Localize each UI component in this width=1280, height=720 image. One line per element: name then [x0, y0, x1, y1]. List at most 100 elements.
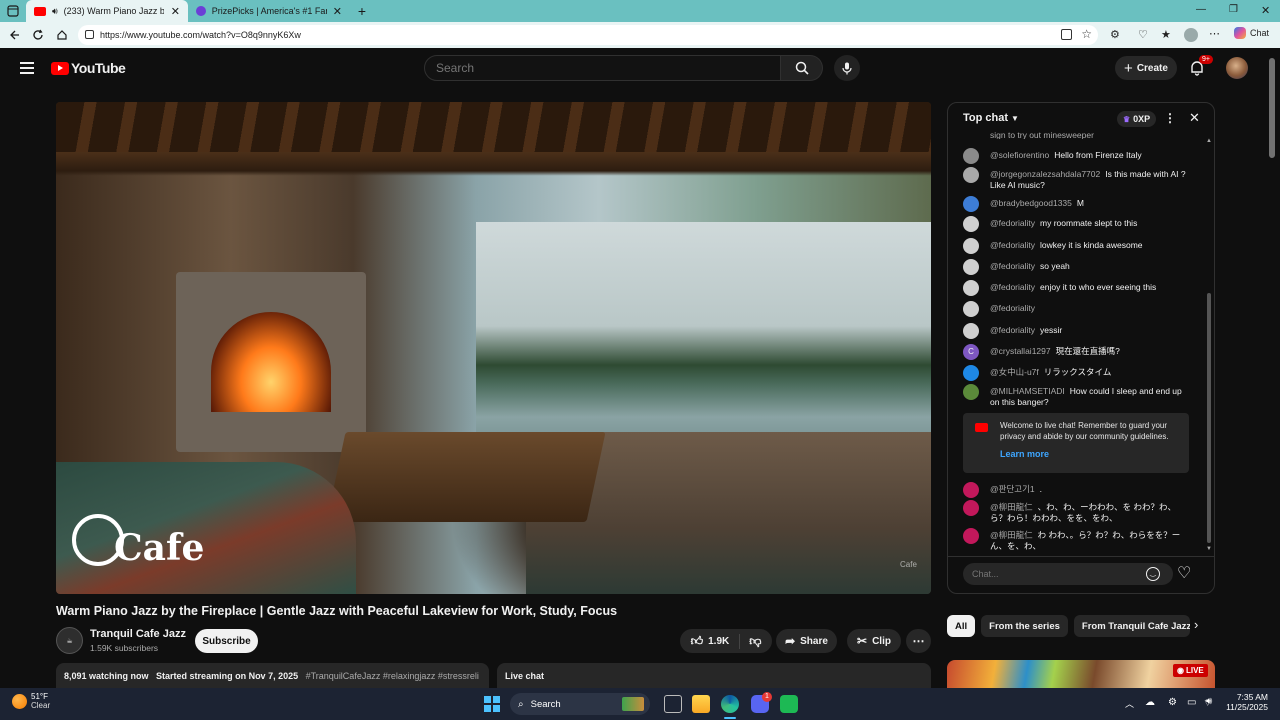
- chat-scrollbar[interactable]: [1207, 293, 1211, 543]
- chat-author-name[interactable]: @crystallai1297: [990, 346, 1051, 356]
- chat-author-avatar[interactable]: [963, 500, 979, 516]
- chat-author-name[interactable]: @solefiorentino: [990, 150, 1049, 160]
- refresh-button[interactable]: [26, 22, 50, 48]
- chat-author-name[interactable]: @판단고기1: [990, 484, 1035, 494]
- site-info-icon[interactable]: [85, 30, 94, 39]
- close-window-button[interactable]: ✕: [1261, 4, 1270, 17]
- chat-author-avatar[interactable]: [963, 384, 979, 400]
- back-button[interactable]: [2, 22, 26, 48]
- chat-message[interactable]: @fedoriality yessir: [963, 323, 1190, 339]
- description-box[interactable]: 8,091 watching now Started streaming on …: [56, 663, 489, 688]
- chat-author-name[interactable]: @柳田龍仁: [990, 502, 1033, 512]
- weather-widget[interactable]: 51°F Clear: [12, 692, 50, 710]
- channel-name[interactable]: Tranquil Cafe Jazz: [90, 628, 186, 640]
- new-tab-button[interactable]: +: [350, 3, 374, 19]
- xp-badge[interactable]: ♛ 0XP: [1117, 111, 1157, 127]
- chip-from-channel[interactable]: From Tranquil Cafe Jazz: [1073, 615, 1190, 637]
- hamburger-menu-icon[interactable]: [20, 62, 34, 74]
- voice-search-button[interactable]: [834, 55, 860, 81]
- chat-author-avatar[interactable]: [963, 528, 979, 544]
- extensions-icon[interactable]: ⚙: [1110, 28, 1120, 41]
- chat-message[interactable]: @jorgegonzalezsahdala7702 Is this made wi…: [963, 167, 1190, 191]
- workspaces-icon[interactable]: [0, 0, 26, 24]
- dislike-button[interactable]: 👎︎: [740, 634, 761, 649]
- chat-message[interactable]: @solefiorentino Hello from Firenze Italy: [963, 148, 1190, 164]
- chip-all[interactable]: All: [947, 615, 976, 637]
- minimize-button[interactable]: —: [1196, 4, 1206, 15]
- onedrive-icon[interactable]: ☁: [1145, 697, 1155, 708]
- home-button[interactable]: [50, 22, 74, 48]
- tray-app-icon[interactable]: ⚙: [1168, 697, 1177, 708]
- close-chat-icon[interactable]: ✕: [1189, 110, 1200, 126]
- chat-author-avatar[interactable]: [963, 482, 979, 498]
- chat-message[interactable]: @fedoriality my roommate slept to this: [963, 216, 1190, 232]
- account-avatar[interactable]: [1226, 57, 1248, 79]
- tray-chevron-icon[interactable]: ︿: [1125, 697, 1134, 710]
- chat-author-name[interactable]: @bradybedgood1335: [990, 198, 1072, 208]
- chat-message[interactable]: @女中山-u7f リラックスタイム: [963, 365, 1190, 381]
- like-button[interactable]: 👍︎ 1.9K: [691, 633, 741, 649]
- task-view-icon[interactable]: [664, 695, 682, 713]
- video-player[interactable]: Cafe Cafe: [56, 102, 931, 594]
- chat-author-name[interactable]: @MILHAMSETIADI: [990, 386, 1065, 396]
- chat-message[interactable]: @fedoriality enjoy it to who ever seeing …: [963, 280, 1190, 296]
- notifications-button[interactable]: 9+: [1189, 55, 1213, 76]
- clock[interactable]: 7:35 AM 11/25/2025: [1222, 692, 1268, 712]
- learn-more-link[interactable]: Learn more: [1000, 449, 1049, 459]
- copilot-chat-button[interactable]: Chat: [1234, 27, 1269, 39]
- url-input[interactable]: https://www.youtube.com/watch?v=O8q9nnyK…: [78, 25, 1098, 45]
- chat-author-name[interactable]: @fedoriality: [990, 282, 1035, 292]
- file-explorer-icon[interactable]: [692, 695, 710, 713]
- more-menu-icon[interactable]: ⋯: [1209, 27, 1220, 40]
- search-button[interactable]: [781, 55, 823, 81]
- youtube-logo[interactable]: YouTube: [51, 60, 126, 76]
- split-screen-icon[interactable]: [1061, 29, 1072, 40]
- chat-author-avatar[interactable]: [963, 365, 979, 381]
- chat-author-avatar[interactable]: [963, 196, 979, 212]
- heart-icon[interactable]: ♡: [1177, 563, 1191, 583]
- chat-message[interactable]: @판단고기1.: [963, 482, 1190, 498]
- share-button[interactable]: ➦ Share: [776, 629, 837, 653]
- chat-author-avatar[interactable]: [963, 148, 979, 164]
- more-actions-button[interactable]: ⋯: [906, 629, 931, 653]
- chat-author-avatar[interactable]: [963, 238, 979, 254]
- browser-essentials-icon[interactable]: ♡: [1138, 28, 1148, 41]
- hashtags[interactable]: #TranquilCafeJazz #relaxingjazz #stressr…: [306, 671, 479, 681]
- chat-author-name[interactable]: @jorgegonzalezsahdala7702: [990, 169, 1100, 179]
- page-scrollbar[interactable]: [1269, 58, 1275, 158]
- favorites-icon[interactable]: ★: [1161, 28, 1171, 41]
- chat-author-name[interactable]: @fedoriality: [990, 261, 1035, 271]
- chat-menu-icon[interactable]: ⋮: [1164, 111, 1176, 125]
- volume-icon[interactable]: 🔊︎: [1206, 696, 1212, 707]
- live-chat-replay-box[interactable]: Live chat: [497, 663, 931, 688]
- chat-author-name[interactable]: @fedoriality: [990, 303, 1035, 313]
- chat-message[interactable]: @MILHAMSETIADI How could I sleep and end …: [963, 384, 1190, 408]
- close-tab-icon[interactable]: ✕: [333, 5, 342, 18]
- chat-message[interactable]: @fedoriality so yeah: [963, 259, 1190, 275]
- chip-from-series[interactable]: From the series: [981, 615, 1068, 637]
- chips-next-icon[interactable]: ›: [1194, 617, 1198, 632]
- tab-youtube[interactable]: 🔊︎ (233) Warm Piano Jazz by th ✕: [26, 0, 188, 22]
- emoji-icon[interactable]: ‿: [1146, 567, 1160, 581]
- edge-icon[interactable]: [721, 695, 739, 713]
- chat-message[interactable]: C @crystallai1297 現在還在直播嗎?: [963, 344, 1190, 360]
- chat-author-avatar[interactable]: [963, 280, 979, 296]
- chat-author-avatar[interactable]: [963, 167, 979, 183]
- create-button[interactable]: + Create: [1115, 56, 1177, 80]
- chat-message[interactable]: @柳田龍仁わ わわ、。ら？わ？わ、わらをを？ーん、を、わ、: [963, 528, 1190, 552]
- search-input[interactable]: [424, 55, 781, 81]
- chat-message[interactable]: @bradybedgood1335 M: [963, 196, 1190, 212]
- display-icon[interactable]: ▭: [1187, 697, 1196, 708]
- favorite-star-icon[interactable]: ☆: [1081, 27, 1092, 41]
- clip-button[interactable]: ✂ Clip: [847, 629, 901, 653]
- chat-author-avatar[interactable]: [963, 323, 979, 339]
- maximize-button[interactable]: ❐: [1229, 4, 1238, 15]
- chat-mode-dropdown[interactable]: Top chat ▼: [963, 112, 1019, 124]
- scroll-up-arrow-icon[interactable]: ▲: [1206, 138, 1212, 144]
- xbox-app-icon[interactable]: [780, 695, 798, 713]
- speaker-icon[interactable]: 🔊︎: [52, 6, 58, 17]
- chat-author-avatar[interactable]: [963, 301, 979, 317]
- chat-author-avatar[interactable]: C: [963, 344, 979, 360]
- taskbar-search[interactable]: ⌕ Search: [510, 693, 650, 715]
- channel-avatar[interactable]: ☕︎: [56, 627, 83, 654]
